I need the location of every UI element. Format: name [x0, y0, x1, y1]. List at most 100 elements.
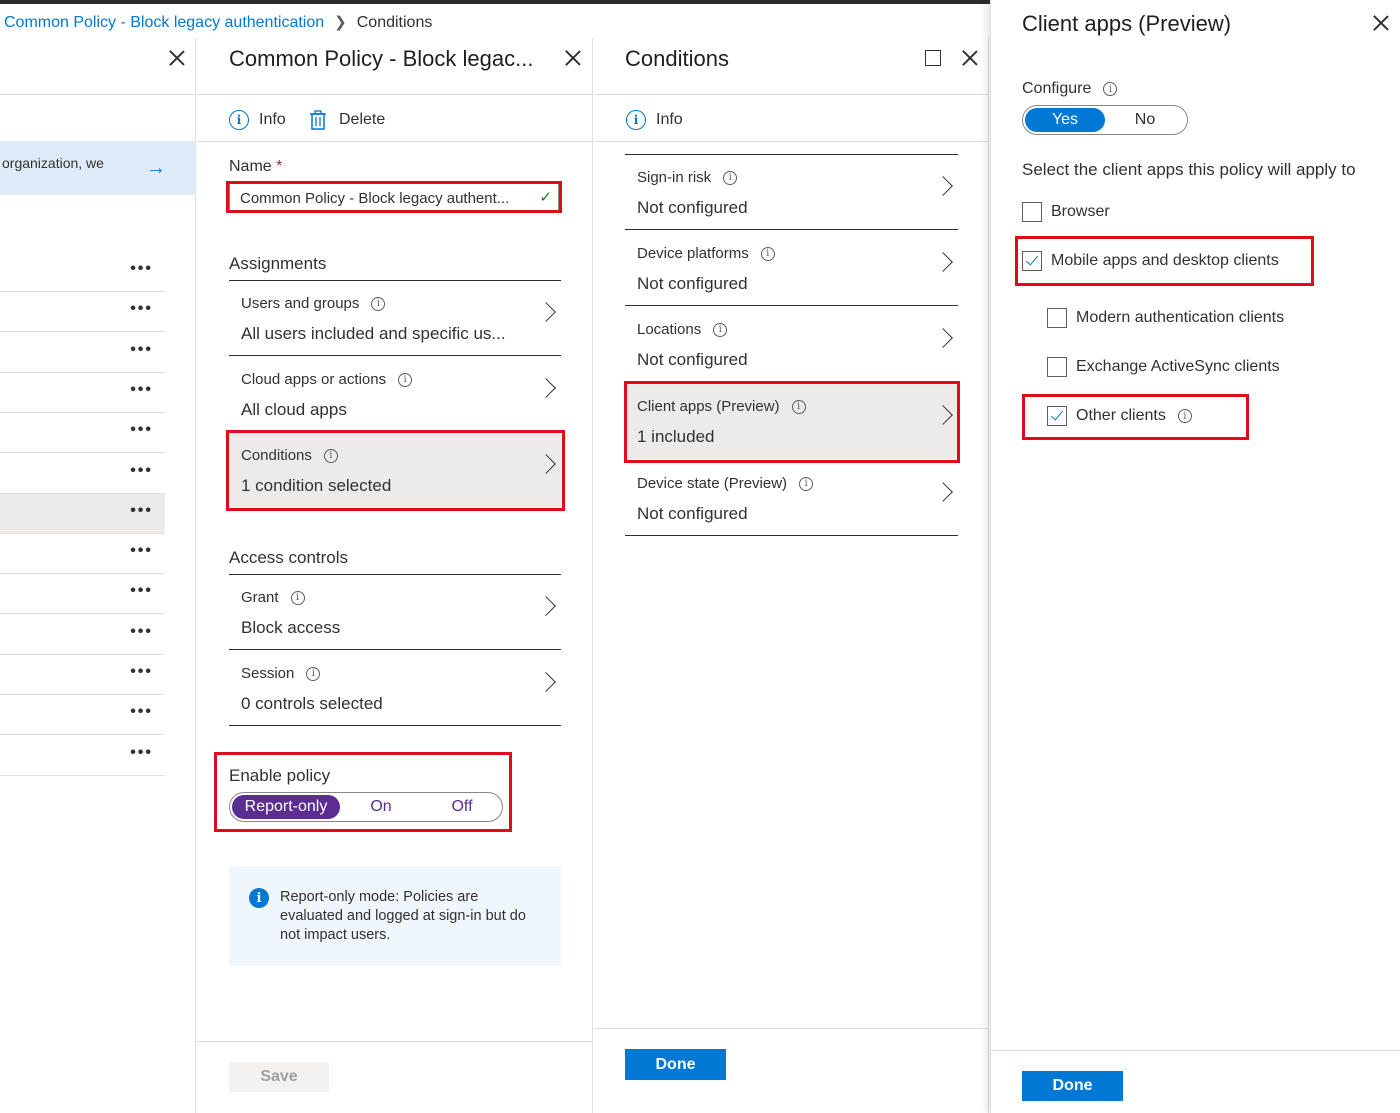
list-item[interactable]: ••• — [0, 413, 165, 454]
mobile-desktop-checkbox-row[interactable]: Mobile apps and desktop clients — [1022, 251, 1279, 271]
close-icon[interactable] — [1371, 13, 1391, 33]
list-item[interactable]: ••• — [0, 736, 165, 776]
chevron-right-icon — [536, 672, 556, 692]
info-icon[interactable]: i — [723, 170, 738, 185]
browser-checkbox[interactable] — [1022, 202, 1042, 222]
divider — [229, 431, 561, 432]
cloud-apps-row[interactable]: Cloud apps or actions i All cloud apps — [229, 357, 561, 432]
info-icon[interactable]: i — [371, 296, 386, 311]
row-title: Device platforms — [637, 245, 749, 262]
row-title: Locations — [637, 321, 702, 338]
locations-row[interactable]: Locations i Not configured — [625, 307, 958, 382]
more-actions-icon[interactable]: ••• — [130, 502, 153, 520]
more-actions-icon[interactable]: ••• — [130, 623, 153, 641]
sign-in-risk-row[interactable]: Sign-in risk i Not configured — [625, 155, 958, 230]
list-item[interactable]: ••• — [0, 534, 165, 575]
access-controls-title: Access controls — [229, 548, 349, 567]
list-item[interactable]: ••• — [0, 574, 165, 615]
option-on[interactable]: On — [340, 795, 422, 819]
more-actions-icon[interactable]: ••• — [130, 744, 153, 762]
info-icon[interactable]: i — [1103, 82, 1118, 96]
other-clients-checkbox[interactable] — [1047, 406, 1067, 426]
list-item[interactable]: ••• — [0, 333, 165, 373]
breadcrumb-link-policy[interactable]: Common Policy - Block legacy authenticat… — [4, 14, 324, 31]
exchange-activesync-checkbox-row[interactable]: Exchange ActiveSync clients — [1047, 357, 1280, 377]
more-actions-icon[interactable]: ••• — [130, 421, 153, 439]
close-icon[interactable] — [960, 48, 980, 68]
list-item[interactable]: ••• — [0, 655, 165, 695]
option-yes[interactable]: Yes — [1025, 108, 1105, 132]
info-icon[interactable]: i — [290, 590, 305, 605]
close-icon[interactable] — [167, 48, 187, 68]
more-actions-icon[interactable]: ••• — [130, 300, 153, 318]
info-icon[interactable]: i — [760, 246, 775, 261]
info-banner[interactable]: organization, we → — [0, 141, 196, 195]
list-item[interactable]: ••• — [0, 292, 165, 333]
info-icon[interactable]: i — [713, 322, 728, 337]
row-title: Users and groups — [241, 295, 360, 312]
device-state-row[interactable]: Device state (Preview) i Not configured — [625, 461, 958, 536]
row-value: Not configured — [637, 198, 748, 217]
conditions-row[interactable]: Conditions i 1 condition selected — [229, 433, 561, 508]
info-icon[interactable]: i — [398, 372, 413, 387]
arrow-right-icon[interactable]: → — [146, 157, 166, 180]
more-actions-icon[interactable]: ••• — [130, 663, 153, 681]
modern-auth-checkbox[interactable] — [1047, 308, 1067, 328]
more-actions-icon[interactable]: ••• — [130, 542, 153, 560]
info-button[interactable]: i Info — [626, 106, 683, 134]
configure-toggle: Yes No — [1022, 105, 1188, 135]
info-icon[interactable]: i — [1177, 409, 1192, 423]
save-button[interactable]: Save — [229, 1062, 329, 1092]
more-actions-icon[interactable]: ••• — [130, 462, 153, 480]
chevron-right-icon — [933, 482, 953, 502]
done-button[interactable]: Done — [1022, 1071, 1123, 1101]
delete-button[interactable]: Delete — [309, 106, 385, 134]
row-value: 0 controls selected — [241, 694, 383, 713]
more-actions-icon[interactable]: ••• — [130, 260, 153, 278]
list-item[interactable]: ••• — [0, 695, 165, 736]
exchange-activesync-checkbox[interactable] — [1047, 357, 1067, 377]
maximize-icon[interactable] — [925, 50, 941, 66]
info-icon[interactable]: i — [323, 448, 338, 463]
info-icon[interactable]: i — [799, 476, 814, 491]
chevron-right-icon — [536, 378, 556, 398]
name-field[interactable]: Common Policy - Block legacy authent... … — [229, 183, 559, 213]
device-platforms-row[interactable]: Device platforms i Not configured — [625, 231, 958, 306]
checkbox-label: Exchange ActiveSync clients — [1076, 358, 1280, 375]
list-item[interactable]: ••• — [0, 454, 165, 494]
done-button[interactable]: Done — [625, 1049, 726, 1080]
info-icon: i — [229, 110, 249, 130]
row-title: Grant — [241, 589, 279, 606]
chevron-right-icon — [933, 252, 953, 272]
client-apps-row[interactable]: Client apps (Preview) i 1 included — [625, 384, 958, 459]
mobile-desktop-checkbox[interactable] — [1022, 251, 1042, 271]
modern-auth-checkbox-row[interactable]: Modern authentication clients — [1047, 308, 1284, 328]
divider — [594, 1028, 988, 1029]
divider — [197, 94, 592, 95]
option-report-only[interactable]: Report-only — [232, 795, 340, 819]
users-and-groups-row[interactable]: Users and groups i All users included and… — [229, 281, 561, 356]
list-item[interactable]: ••• — [0, 493, 165, 534]
other-clients-checkbox-row[interactable]: Other clients i — [1047, 406, 1192, 426]
info-icon[interactable]: i — [306, 666, 321, 681]
option-no[interactable]: No — [1105, 108, 1185, 132]
info-icon[interactable]: i — [791, 399, 806, 414]
close-icon[interactable] — [563, 48, 583, 68]
grant-row[interactable]: Grant i Block access — [229, 575, 561, 650]
list-item[interactable]: ••• — [0, 373, 165, 413]
more-actions-icon[interactable]: ••• — [130, 703, 153, 721]
info-label: Info — [656, 111, 683, 128]
list-item[interactable]: ••• — [0, 252, 165, 292]
info-button[interactable]: i Info — [229, 106, 286, 134]
list-item[interactable]: ••• — [0, 615, 165, 655]
option-off[interactable]: Off — [422, 795, 502, 819]
info-icon: i — [626, 110, 646, 130]
session-row[interactable]: Session i 0 controls selected — [229, 651, 561, 726]
select-instructions: Select the client apps this policy will … — [1022, 160, 1356, 179]
row-title: Client apps (Preview) — [637, 398, 780, 415]
divider — [229, 355, 561, 356]
browser-checkbox-row[interactable]: Browser — [1022, 202, 1110, 222]
more-actions-icon[interactable]: ••• — [130, 582, 153, 600]
more-actions-icon[interactable]: ••• — [130, 341, 153, 359]
more-actions-icon[interactable]: ••• — [130, 381, 153, 399]
